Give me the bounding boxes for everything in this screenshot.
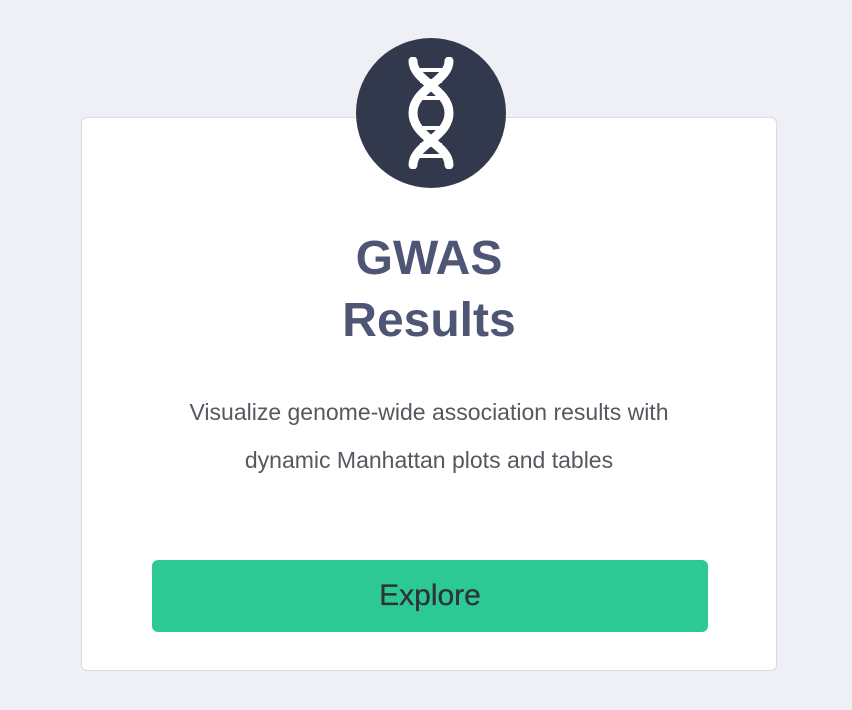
explore-button[interactable]: Explore [152, 560, 708, 632]
dna-icon-badge [356, 38, 506, 188]
card-description: Visualize genome-wide association result… [81, 388, 777, 484]
card-description-line1: Visualize genome-wide association result… [189, 399, 669, 425]
card-title-line1: GWAS [355, 232, 503, 285]
dna-icon [408, 57, 454, 169]
card-title: GWAS Results [81, 228, 777, 352]
card-description-line2: dynamic Manhattan plots and tables [244, 447, 614, 473]
card-title-line2: Results [342, 294, 516, 347]
